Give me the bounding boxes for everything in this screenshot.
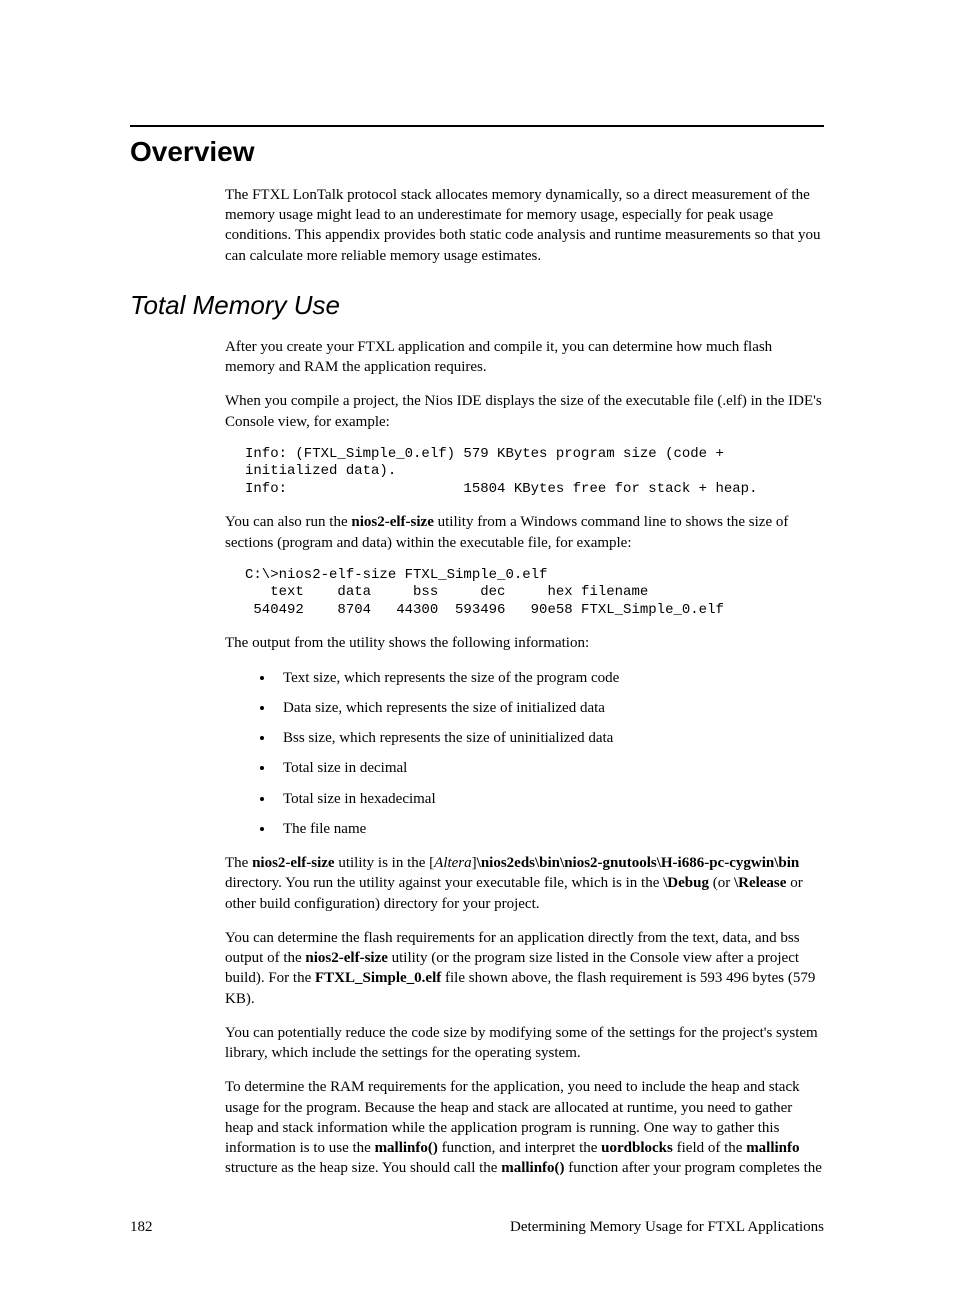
list-item: Data size, which represents the size of … [275,698,824,718]
bold-utility-name: nios2-elf-size [252,855,334,871]
bold-path: \nios2eds\bin\nios2-gnutools\H-i686-pc-c… [477,855,800,871]
tm-paragraph-5: The nios2-elf-size utility is in the [Al… [225,853,824,914]
code-block-2: C:\>nios2-elf-size FTXL_Simple_0.elf tex… [245,567,824,620]
page-footer: 182 Determining Memory Usage for FTXL Ap… [130,1217,824,1237]
text-part: structure as the heap size. You should c… [225,1160,501,1176]
tm-paragraph-1: After you create your FTXL application a… [225,337,824,378]
tm-paragraph-4: The output from the utility shows the fo… [225,633,824,653]
text-part: utility is in the [ [335,855,435,871]
output-info-list: Text size, which represents the size of … [275,668,824,840]
list-item: Total size in hexadecimal [275,789,824,809]
tm-paragraph-3: You can also run the nios2-elf-size util… [225,512,824,553]
text-part: You can also run the [225,514,351,530]
text-part: field of the [673,1140,746,1156]
text-part: The [225,855,252,871]
tm-paragraph-7: You can potentially reduce the code size… [225,1023,824,1064]
list-item: Total size in decimal [275,758,824,778]
bold-uordblocks: uordblocks [601,1140,673,1156]
italic-altera: Altera [434,855,472,871]
text-part: function, and interpret the [438,1140,601,1156]
page-number: 182 [130,1217,153,1237]
tm-paragraph-6: You can determine the flash requirements… [225,928,824,1009]
bold-filename: FTXL_Simple_0.elf [315,970,441,986]
bold-mallinfo: mallinfo() [375,1140,438,1156]
list-item: Bss size, which represents the size of u… [275,728,824,748]
text-part: function after your program completes th… [565,1160,822,1176]
bold-debug: \Debug [663,875,709,891]
code-block-1: Info: (FTXL_Simple_0.elf) 579 KBytes pro… [245,446,824,499]
tm-paragraph-2: When you compile a project, the Nios IDE… [225,391,824,432]
text-part: (or [709,875,734,891]
tm-paragraph-8: To determine the RAM requirements for th… [225,1077,824,1178]
overview-paragraph-1: The FTXL LonTalk protocol stack allocate… [225,185,824,266]
list-item: Text size, which represents the size of … [275,668,824,688]
bold-utility-name: nios2-elf-size [351,514,433,530]
bold-mallinfo-struct: mallinfo [746,1140,799,1156]
heading-overview: Overview [130,125,824,171]
list-item: The file name [275,819,824,839]
footer-title: Determining Memory Usage for FTXL Applic… [510,1217,824,1237]
heading-total-memory-use: Total Memory Use [130,288,824,323]
bold-mallinfo-fn: mallinfo() [501,1160,564,1176]
text-part: directory. You run the utility against y… [225,875,663,891]
bold-release: \Release [734,875,786,891]
bold-utility-name: nios2-elf-size [305,950,387,966]
